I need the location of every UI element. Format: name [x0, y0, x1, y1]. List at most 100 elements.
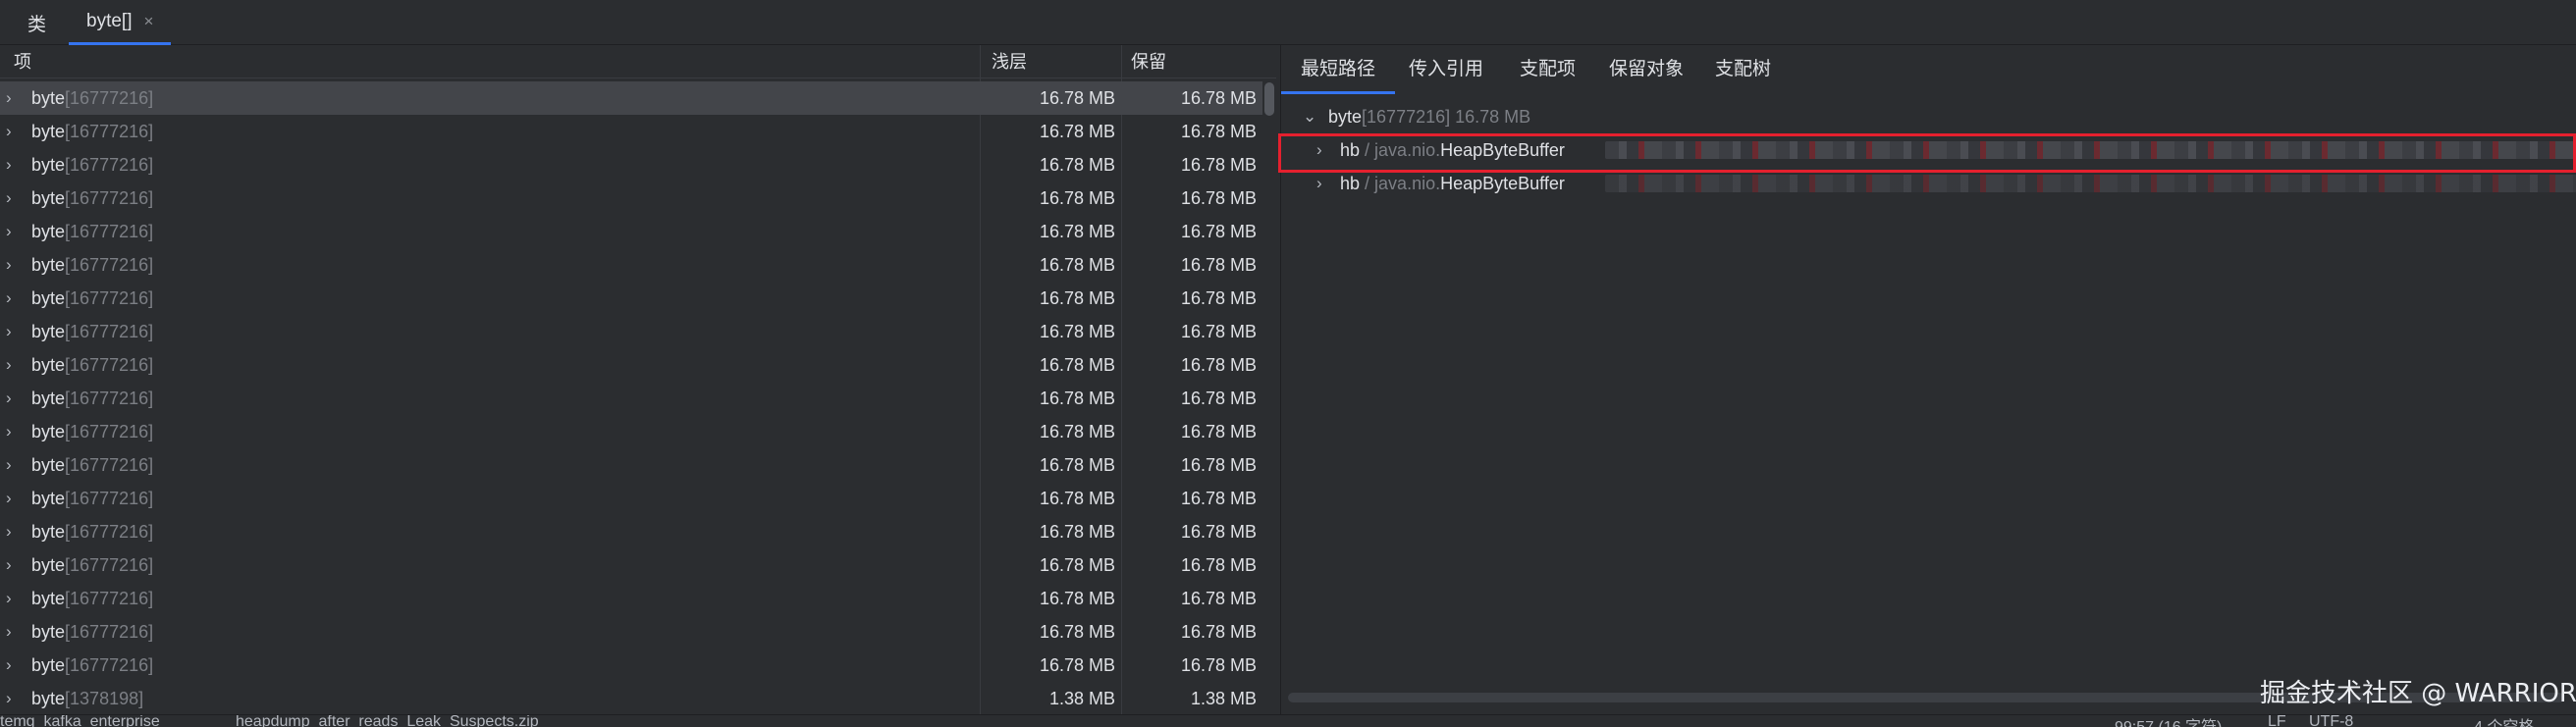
tab-shortest-path[interactable]: 最短路径 [1281, 45, 1396, 94]
chevron-right-icon[interactable]: › [6, 482, 20, 515]
tree-node[interactable]: › hb / java.nio.HeapByteBuffer [1281, 133, 2576, 167]
status-line-separator[interactable]: LF [2268, 715, 2286, 727]
chevron-right-icon[interactable]: › [6, 649, 20, 682]
status-indent[interactable]: 4 个空格 [2474, 715, 2534, 727]
tree-node[interactable]: › hb / java.nio.HeapByteBuffer [1281, 167, 2576, 200]
row-name: byte[16777216] [31, 215, 153, 248]
row-name: byte[16777216] [31, 81, 153, 115]
retained-size: 16.78 MB [1180, 188, 1257, 208]
chevron-right-icon[interactable]: › [6, 115, 20, 148]
row-name: byte[16777216] [31, 315, 153, 348]
tab-byte-array[interactable]: byte[] × [69, 0, 172, 45]
chevron-right-icon[interactable]: › [6, 215, 20, 248]
status-encoding[interactable]: UTF-8 [2309, 715, 2353, 727]
row-detail: [16777216] [65, 655, 154, 675]
row-name: byte[16777216] [31, 615, 153, 649]
table-row[interactable]: › byte[16777216] 16.78 MB 16.78 MB [0, 548, 1262, 582]
table-row[interactable]: › byte[16777216] 16.78 MB 16.78 MB [0, 315, 1262, 348]
table-row[interactable]: › byte[16777216] 16.78 MB 16.78 MB [0, 148, 1262, 182]
chevron-right-icon[interactable]: › [6, 415, 20, 448]
chevron-right-icon[interactable]: › [6, 382, 20, 415]
row-name: byte[16777216] [31, 348, 153, 382]
column-header-retained[interactable]: 保留 [1131, 45, 1166, 78]
chevron-right-icon[interactable]: › [6, 248, 20, 282]
table-row[interactable]: › byte[16777216] 16.78 MB 16.78 MB [0, 615, 1262, 649]
retained-size: 16.78 MB [1180, 122, 1257, 141]
retained-size: 16.78 MB [1180, 522, 1257, 542]
shallow-size: 16.78 MB [1039, 288, 1115, 308]
tab-dominators[interactable]: 支配项 [1500, 45, 1595, 94]
tree-root-name: byte [1328, 107, 1363, 127]
chevron-right-icon[interactable]: › [6, 282, 20, 315]
chevron-right-icon[interactable]: › [1316, 133, 1322, 167]
chevron-right-icon[interactable]: › [6, 448, 20, 482]
table-row[interactable]: › byte[16777216] 16.78 MB 16.78 MB [0, 248, 1262, 282]
chevron-right-icon[interactable]: › [6, 548, 20, 582]
chevron-right-icon[interactable]: › [6, 515, 20, 548]
table-row[interactable]: › byte[16777216] 16.78 MB 16.78 MB [0, 182, 1262, 215]
table-row[interactable]: › byte[1378198] 1.38 MB 1.38 MB [0, 682, 1262, 715]
row-name: byte[16777216] [31, 115, 153, 148]
status-project[interactable]: temg_kafka_enterprise [0, 715, 160, 727]
table-row[interactable]: › byte[16777216] 16.78 MB 16.78 MB [0, 448, 1262, 482]
chevron-right-icon[interactable]: › [6, 81, 20, 115]
vertical-scrollbar[interactable] [1264, 82, 1274, 116]
row-type: byte [31, 555, 66, 575]
retained-size: 16.78 MB [1180, 88, 1257, 108]
tab-classes[interactable]: 类 [18, 0, 56, 45]
tab-retained-objects[interactable]: 保留对象 [1589, 45, 1703, 94]
row-name: byte[16777216] [31, 148, 153, 182]
chevron-right-icon[interactable]: › [1316, 167, 1322, 200]
tree-root[interactable]: ⌄ byte[16777216] 16.78 MB [1281, 100, 2576, 133]
table-row[interactable]: › byte[16777216] 16.78 MB 16.78 MB [0, 115, 1262, 148]
close-icon[interactable]: × [143, 12, 153, 31]
table-row[interactable]: › byte[16777216] 16.78 MB 16.78 MB [0, 515, 1262, 548]
row-detail: [16777216] [65, 489, 154, 508]
shallow-size: 16.78 MB [1039, 422, 1115, 441]
row-type: byte [31, 122, 66, 141]
retained-size: 16.78 MB [1180, 155, 1257, 175]
row-name: byte[16777216] [31, 649, 153, 682]
table-row[interactable]: › byte[16777216] 16.78 MB 16.78 MB [0, 482, 1262, 515]
path-tree: ⌄ byte[16777216] 16.78 MB › hb / java.ni… [1281, 100, 2576, 200]
table-row[interactable]: › byte[16777216] 16.78 MB 16.78 MB [0, 282, 1262, 315]
retained-size: 16.78 MB [1180, 422, 1257, 441]
chevron-right-icon[interactable]: › [6, 315, 20, 348]
row-type: byte [31, 422, 66, 441]
chevron-right-icon[interactable]: › [6, 615, 20, 649]
table-header: 项 浅层 保留 [0, 45, 1276, 78]
row-type: byte [31, 288, 66, 308]
shallow-size: 16.78 MB [1039, 355, 1115, 375]
table-row[interactable]: › byte[16777216] 16.78 MB 16.78 MB [0, 81, 1262, 115]
status-bar: temg_kafka_enterprise heapdump_after_rea… [0, 714, 2576, 727]
chevron-right-icon[interactable]: › [6, 182, 20, 215]
chevron-right-icon[interactable]: › [6, 682, 20, 715]
chevron-right-icon[interactable]: › [6, 582, 20, 615]
retained-size: 16.78 MB [1180, 589, 1257, 608]
row-type: byte [31, 389, 66, 408]
row-detail: [16777216] [65, 589, 154, 608]
table-row[interactable]: › byte[16777216] 16.78 MB 16.78 MB [0, 649, 1262, 682]
chevron-right-icon[interactable]: › [6, 148, 20, 182]
status-file[interactable]: heapdump_after_reads_Leak_Suspects.zip [236, 715, 539, 727]
row-detail: [16777216] [65, 322, 154, 341]
chevron-down-icon[interactable]: ⌄ [1303, 100, 1316, 133]
tab-dominator-tree[interactable]: 支配树 [1695, 45, 1791, 94]
row-detail: [16777216] [65, 222, 154, 241]
shallow-size: 1.38 MB [1048, 689, 1115, 708]
row-detail: [16777216] [65, 389, 154, 408]
column-header-shallow[interactable]: 浅层 [992, 45, 1027, 78]
chevron-right-icon[interactable]: › [6, 348, 20, 382]
package-name: java.nio. [1374, 140, 1441, 160]
details-tabs: 最短路径 传入引用 支配项 保留对象 支配树 [1281, 45, 2576, 96]
status-position[interactable]: 99:57 (16 字符) [2115, 715, 2222, 727]
column-header-item[interactable]: 项 [14, 45, 31, 78]
table-row[interactable]: › byte[16777216] 16.78 MB 16.78 MB [0, 215, 1262, 248]
table-row[interactable]: › byte[16777216] 16.78 MB 16.78 MB [0, 348, 1262, 382]
table-row[interactable]: › byte[16777216] 16.78 MB 16.78 MB [0, 415, 1262, 448]
table-row[interactable]: › byte[16777216] 16.78 MB 16.78 MB [0, 382, 1262, 415]
tab-incoming-references[interactable]: 传入引用 [1389, 45, 1503, 94]
separator: / [1360, 140, 1375, 160]
table-row[interactable]: › byte[16777216] 16.78 MB 16.78 MB [0, 582, 1262, 615]
row-type: byte [31, 355, 66, 375]
